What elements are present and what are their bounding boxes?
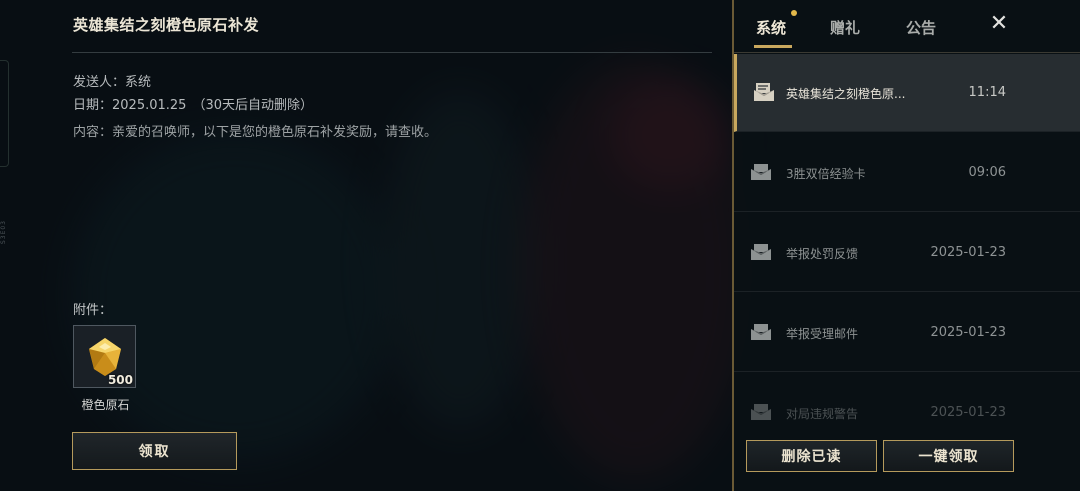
tab-announcement[interactable]: 公告 bbox=[906, 17, 936, 38]
mailbox-actions: 删除已读 一键领取 bbox=[734, 430, 1080, 491]
mail-list-item[interactable]: 3胜双倍经验卡 09:06 bbox=[734, 134, 1080, 212]
mail-date: 日期：2025.01.25 bbox=[73, 98, 187, 113]
mail-date-line: 日期：2025.01.25 （30天后自动删除） bbox=[73, 94, 313, 113]
mailbox-tabs: 系统 赠礼 公告 ✕ bbox=[734, 0, 1080, 53]
mail-list-item[interactable]: 举报受理邮件 2025-01-23 bbox=[734, 294, 1080, 372]
mail-icon bbox=[751, 164, 771, 180]
mail-subject: 3胜双倍经验卡 bbox=[786, 167, 866, 181]
mail-title: 英雄集结之刻橙色原石补发 bbox=[73, 16, 260, 34]
mail-icon bbox=[751, 324, 771, 340]
mail-sender: 发送人：系统 bbox=[73, 75, 152, 90]
mail-icon bbox=[751, 244, 771, 260]
claim-all-button[interactable]: 一键领取 bbox=[883, 440, 1014, 472]
close-icon[interactable]: ✕ bbox=[988, 13, 1010, 35]
mail-subject: 英雄集结之刻橙色原... bbox=[786, 87, 906, 101]
mail-time: 11:14 bbox=[968, 85, 1006, 100]
attachment-slot[interactable]: 500 bbox=[73, 325, 136, 388]
opened-mail-icon bbox=[754, 83, 774, 101]
attachment-name: 橙色原石 bbox=[81, 398, 130, 412]
mail-time: 09:06 bbox=[968, 165, 1006, 180]
mailbox-panel: 系统 赠礼 公告 ✕ 英雄集结之刻橙色原... 11:14 3胜双倍经验卡 09… bbox=[732, 0, 1080, 491]
claim-button[interactable]: 领取 bbox=[72, 432, 237, 470]
mail-expiry: （30天后自动删除） bbox=[192, 98, 313, 113]
active-tab-indicator bbox=[754, 45, 792, 48]
mail-content: 内容：亲爱的召唤师，以下是您的橙色原石补发奖励，请查收。 bbox=[73, 125, 438, 140]
mail-list-item[interactable]: 对局违规警告 2025-01-23 bbox=[734, 374, 1080, 430]
mail-subject: 举报受理邮件 bbox=[786, 327, 859, 341]
mail-subject: 对局违规警告 bbox=[786, 407, 859, 421]
delete-read-button[interactable]: 删除已读 bbox=[746, 440, 877, 472]
mail-list-item[interactable]: 英雄集结之刻橙色原... 11:14 bbox=[734, 54, 1080, 132]
mail-time: 2025-01-23 bbox=[930, 245, 1006, 260]
tab-gift[interactable]: 赠礼 bbox=[830, 17, 860, 38]
divider bbox=[72, 52, 712, 53]
mail-list[interactable]: 英雄集结之刻橙色原... 11:14 3胜双倍经验卡 09:06 举报处罚反馈 … bbox=[734, 54, 1080, 430]
tab-system[interactable]: 系统 bbox=[756, 17, 786, 38]
mail-time: 2025-01-23 bbox=[930, 325, 1006, 340]
mail-time: 2025-01-23 bbox=[930, 405, 1006, 420]
attachment-quantity: 500 bbox=[107, 373, 133, 387]
notification-dot bbox=[791, 10, 797, 16]
mail-detail-panel: 英雄集结之刻橙色原石补发 发送人：系统 日期：2025.01.25 （30天后自动… bbox=[0, 0, 732, 491]
mail-icon bbox=[751, 404, 771, 420]
mail-subject: 举报处罚反馈 bbox=[786, 247, 859, 261]
attachments-label: 附件： bbox=[73, 303, 113, 318]
mail-list-item[interactable]: 举报处罚反馈 2025-01-23 bbox=[734, 214, 1080, 292]
